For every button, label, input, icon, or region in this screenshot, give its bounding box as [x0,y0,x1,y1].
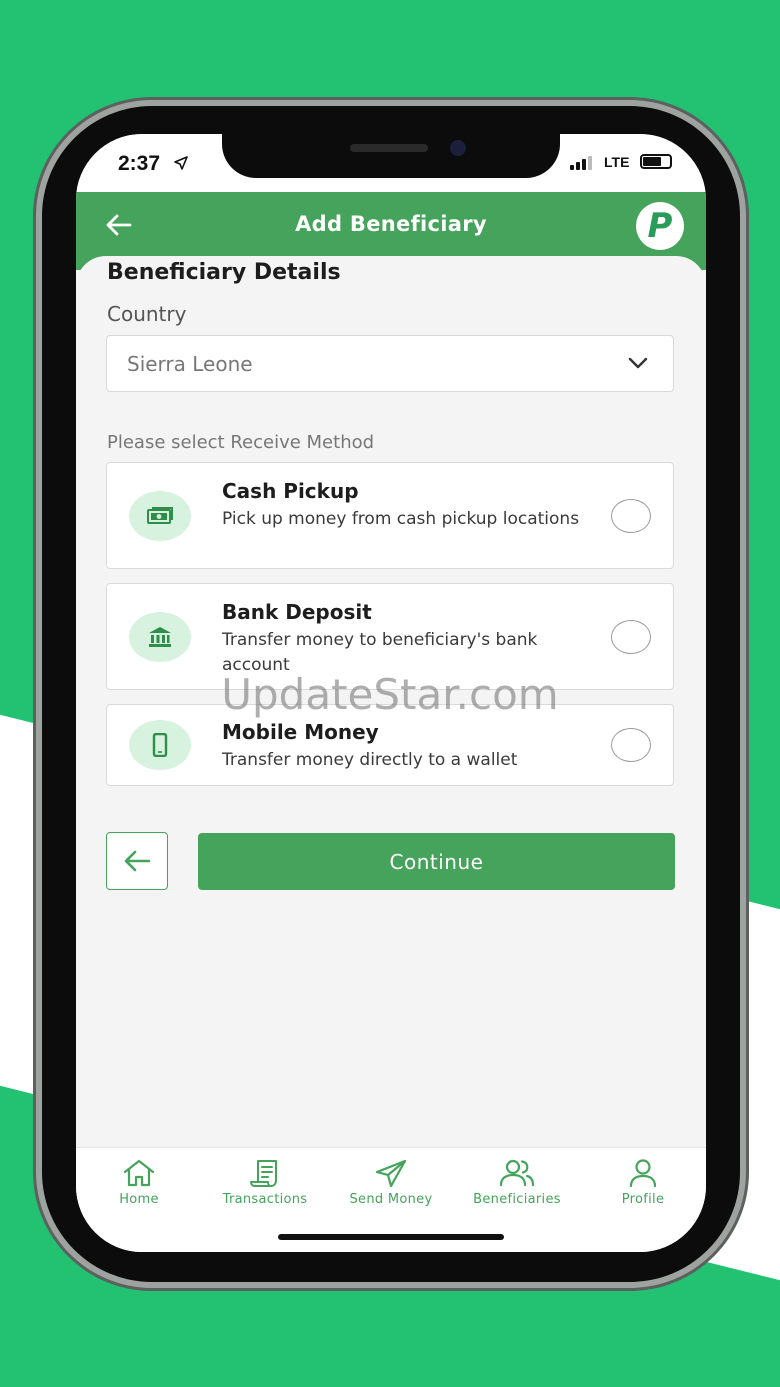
tab-home[interactable]: Home [76,1158,202,1207]
signal-icon [570,156,592,170]
tab-label: Send Money [349,1192,433,1207]
country-select-value: Sierra Leone [127,352,253,376]
continue-button[interactable]: Continue [198,833,675,890]
watermark-text: UpdateStar.com [221,670,559,719]
cash-icon [129,491,191,541]
section-title: Beneficiary Details [107,260,341,285]
arrow-left-icon [124,850,151,872]
radio-mobile-money[interactable] [611,728,651,762]
users-icon [499,1159,535,1187]
radio-cash-pickup[interactable] [611,499,651,533]
method-title: Bank Deposit [222,600,372,624]
back-button[interactable] [106,832,168,890]
status-bar: 2:37 LTE [76,134,706,194]
phone-icon [129,720,191,770]
tab-profile[interactable]: Profile [580,1158,706,1207]
tab-label: Transactions [222,1192,308,1207]
method-card-cash-pickup[interactable]: Cash Pickup Pick up money from cash pick… [106,462,674,569]
tab-beneficiaries[interactable]: Beneficiaries [454,1158,580,1207]
battery-icon [640,154,672,169]
home-icon [123,1159,155,1187]
notch [222,134,560,178]
speaker [350,144,428,152]
page-title: Add Beneficiary [295,212,487,236]
tab-transactions[interactable]: Transactions [202,1158,328,1207]
send-icon [375,1159,407,1188]
method-title: Mobile Money [222,720,379,744]
radio-bank-deposit[interactable] [611,620,651,654]
location-arrow-icon [174,156,188,170]
tab-label: Profile [621,1192,665,1207]
tab-label: Home [119,1192,159,1207]
method-description: Pick up money from cash pickup locations [222,509,580,529]
receive-method-label: Please select Receive Method [107,432,375,453]
bank-icon [129,612,191,662]
brand-logo: P [636,202,684,250]
network-type: LTE [604,154,630,170]
country-select[interactable]: Sierra Leone [106,335,674,392]
chevron-down-icon [628,357,648,369]
status-time: 2:37 [118,152,161,175]
tab-send-money[interactable]: Send Money [328,1158,454,1207]
receipt-icon [250,1160,277,1187]
logo-letter: P [647,206,673,246]
front-camera [450,140,466,156]
home-indicator [278,1234,504,1240]
country-label: Country [107,302,187,326]
tab-label: Beneficiaries [473,1192,561,1207]
user-icon [629,1159,657,1188]
method-title: Cash Pickup [222,479,359,503]
method-description: Transfer money directly to a wallet [222,750,518,770]
